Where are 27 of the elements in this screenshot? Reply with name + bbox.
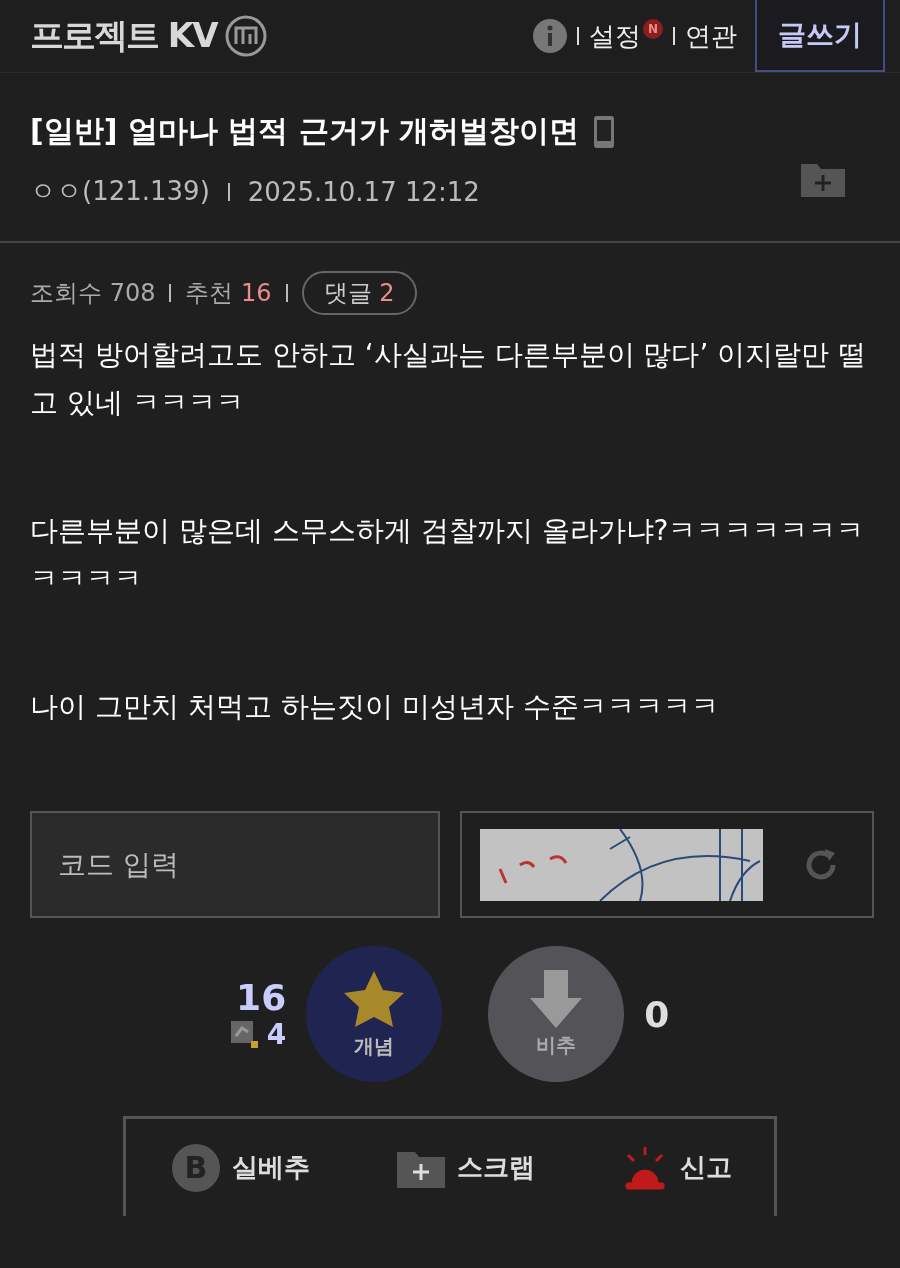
code-input-field[interactable]: 코드 입력 (30, 811, 440, 918)
post-paragraph: 나이 그만치 처먹고 하는짓이 미성년자 수준ㅋㅋㅋㅋㅋ (30, 689, 720, 725)
fixed-upvote-count: 4 (266, 1018, 287, 1051)
siren-icon (622, 1144, 668, 1191)
downvote-count: 0 (644, 993, 670, 1035)
view-count: 조회수 708 (30, 278, 156, 309)
author-name[interactable]: ㅇㅇ(121.139) (30, 174, 210, 209)
post-paragraph: 법적 방어할려고도 안하고 ‘사실과는 다른부분이 많다’ 이지랄만 떨고 있네 ㅋㅋㅋㅋ (30, 337, 868, 421)
logo-mark-icon (224, 15, 267, 57)
upvote-button[interactable]: 개념 (306, 946, 443, 1082)
post-paragraph: 다른부분이 많은데 스무스하게 검찰까지 올라가냐?ㅋㅋㅋㅋㅋㅋㅋㅋㅋㅋㅋ (30, 513, 866, 597)
site-logo[interactable]: 프로젝트 KV (30, 13, 217, 59)
comment-count-button[interactable]: 댓글 2 (301, 271, 417, 315)
folder-plus-icon[interactable] (801, 161, 845, 197)
nav-link[interactable]: 연관 (685, 18, 737, 54)
down-arrow-icon (528, 969, 585, 1028)
report-button[interactable]: 신고 (616, 1143, 738, 1192)
post-date: 2025.10.17 12:12 (247, 176, 480, 207)
new-badge: N (643, 18, 663, 39)
nav-link[interactable]: 설정 N (589, 18, 663, 54)
write-button[interactable]: 글쓰기 (755, 0, 885, 72)
recommend-count: 추천 16 (185, 278, 272, 309)
info-icon[interactable] (533, 19, 567, 53)
scrap-button[interactable]: 스크랩 (391, 1146, 541, 1189)
upvote-count: 16 (236, 977, 287, 1018)
mobile-icon (593, 114, 616, 149)
post-title: [일반] 얼마나 법적 근거가 개허벌창이면 (30, 112, 580, 150)
